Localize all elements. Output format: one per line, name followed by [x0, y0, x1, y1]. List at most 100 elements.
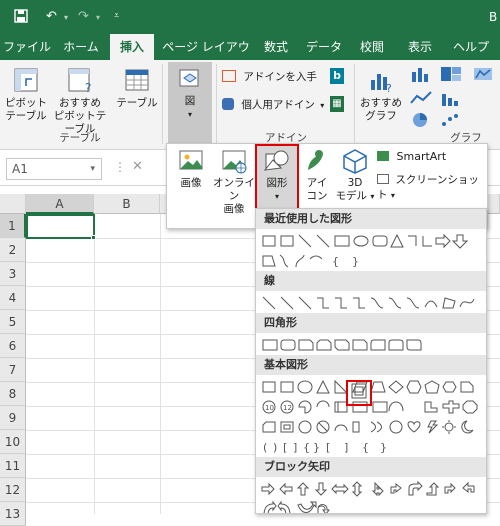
lines-row[interactable] [260, 293, 486, 313]
section-basic-shapes: 基本図形 [256, 355, 486, 375]
svg-text:12: 12 [283, 404, 292, 412]
basic-shapes-row-4[interactable]: ( ) [ ] { } [ ] { } [260, 437, 486, 457]
row-header-7[interactable]: 7 [0, 358, 26, 382]
pivot-table-icon [14, 68, 38, 92]
tab-help[interactable]: ヘルプ [448, 34, 494, 60]
bing-maps-button[interactable]: b [328, 68, 346, 84]
recommended-charts-label: おすすめ グラフ [360, 97, 402, 122]
gridline [160, 214, 161, 514]
basic-shapes-row-3[interactable] [260, 417, 486, 437]
block-arrows-row-1[interactable] [260, 479, 486, 499]
basic-shapes-row-1[interactable] [260, 377, 486, 397]
statistic-chart-button[interactable] [438, 90, 464, 110]
recommended-pivot-icon: ? [68, 68, 91, 94]
svg-text:{: { [332, 255, 339, 268]
get-addins-label: アドインを入手 [243, 71, 317, 83]
tab-insert[interactable]: 挿入 [110, 34, 154, 60]
basic-shapes-row-2[interactable]: 10 12 [260, 397, 486, 417]
smartart-button[interactable]: SmartArt [377, 150, 483, 163]
row-header-10[interactable]: 10 [0, 430, 26, 454]
separator [354, 64, 355, 144]
svg-text:): ) [273, 441, 277, 454]
row-header-6[interactable]: 6 [0, 334, 26, 358]
illustrations-label: 図 [184, 95, 196, 107]
tab-review[interactable]: 校閲 [352, 34, 392, 60]
undo-dropdown-icon[interactable]: ▾ [64, 13, 68, 22]
redo-dropdown-icon[interactable]: ▾ [96, 13, 100, 22]
gridline [94, 214, 95, 514]
separator [216, 64, 217, 144]
row-header-4[interactable]: 4 [0, 286, 26, 310]
3d-models-button[interactable]: 3D モデル ▾ [335, 148, 375, 203]
recent-shapes-row-2[interactable]: { } [260, 251, 486, 271]
picture-button[interactable]: 画像 [171, 148, 211, 190]
block-arrows-row-2[interactable] [260, 499, 486, 514]
chevron-down-icon: ▾ [390, 191, 395, 200]
people-graph-button[interactable]: ▦ [328, 96, 346, 112]
tab-formulas[interactable]: 数式 [258, 34, 294, 60]
get-addins-button[interactable]: アドインを入手 [222, 70, 322, 84]
row-header-12[interactable]: 12 [0, 478, 26, 502]
pie-chart-button[interactable] [408, 112, 434, 132]
bing-icon: b [330, 68, 344, 84]
row-header-2[interactable]: 2 [0, 238, 26, 262]
table-button[interactable]: テーブル [116, 66, 158, 110]
maps-chart-button[interactable] [470, 66, 496, 86]
recent-shapes-row[interactable] [260, 231, 486, 251]
row-header-11[interactable]: 11 [0, 454, 26, 478]
illustrations-button[interactable]: 図 ▾ [168, 62, 212, 144]
tab-home[interactable]: ホーム [58, 34, 104, 60]
column-header-b[interactable]: B [94, 194, 160, 214]
row-header-9[interactable]: 9 [0, 406, 26, 430]
store-icon [222, 70, 236, 82]
shapes-gallery: 最近使用した図形 { } 線 四角形 基本図形 10 12 () [] {… [255, 208, 487, 514]
column-chart-icon [412, 68, 428, 82]
svg-text:?: ? [386, 82, 392, 94]
tab-view[interactable]: 表示 [400, 34, 440, 60]
column-chart-button[interactable] [408, 66, 434, 86]
line-chart-button[interactable] [408, 90, 434, 110]
save-icon[interactable] [14, 9, 28, 27]
smartart-icon [377, 151, 389, 161]
my-addins-button[interactable]: 個人用アドイン ▾ [222, 98, 332, 112]
pivot-table-button[interactable]: ピボット テーブル [4, 66, 48, 123]
online-picture-button[interactable]: オンライン 画像 [211, 148, 257, 216]
fill-handle[interactable] [91, 235, 96, 240]
recommended-charts-button[interactable]: ? おすすめ グラフ [358, 66, 404, 123]
frame-shape-highlight [346, 380, 372, 406]
column-header-a[interactable]: A [26, 194, 94, 214]
tab-data[interactable]: データ [302, 34, 346, 60]
select-all-corner[interactable] [0, 194, 26, 214]
tab-file[interactable]: ファイル [2, 34, 52, 60]
svg-text:[: [ [283, 441, 287, 454]
rectangles-row[interactable] [260, 335, 486, 355]
row-header-13[interactable]: 13 [0, 502, 26, 526]
ribbon: ピボット テーブル ? おすすめ ピボットテーブル テーブル テーブル 図 ▾ … [0, 60, 500, 150]
recommended-charts-icon: ? [371, 74, 392, 94]
scatter-chart-icon [442, 114, 458, 126]
cancel-icon[interactable]: ✕ [132, 159, 143, 174]
row-header-3[interactable]: 3 [0, 262, 26, 286]
hierarchy-chart-icon [441, 67, 461, 81]
pie-chart-icon [413, 113, 427, 127]
icons-icon [308, 150, 323, 170]
customize-qat-icon[interactable]: ⩡ [114, 11, 119, 21]
scatter-chart-button[interactable] [438, 112, 464, 132]
hierarchy-chart-button[interactable] [438, 66, 464, 86]
window-title: B [489, 10, 498, 24]
active-cell-a1[interactable] [26, 214, 95, 239]
recommended-pivot-button[interactable]: ? おすすめ ピボットテーブル [52, 66, 108, 136]
row-header-1[interactable]: 1 [0, 214, 26, 238]
screenshot-button[interactable]: スクリーンショット ▾ [377, 172, 487, 202]
tab-page-layout[interactable]: ページ レイアウト [160, 34, 252, 80]
chevron-down-icon: ▾ [320, 101, 325, 110]
pivot-table-label: ピボット テーブル [5, 97, 47, 122]
undo-icon[interactable]: ↶ [46, 9, 57, 24]
row-header-8[interactable]: 8 [0, 382, 26, 406]
icons-button[interactable]: アイ コン [299, 148, 335, 203]
row-header-5[interactable]: 5 [0, 310, 26, 334]
name-box[interactable]: A1 ▾ [6, 158, 102, 180]
svg-text:]: ] [344, 441, 348, 454]
icons-label: アイ コン [306, 177, 328, 202]
redo-icon[interactable]: ↷ [78, 9, 89, 24]
